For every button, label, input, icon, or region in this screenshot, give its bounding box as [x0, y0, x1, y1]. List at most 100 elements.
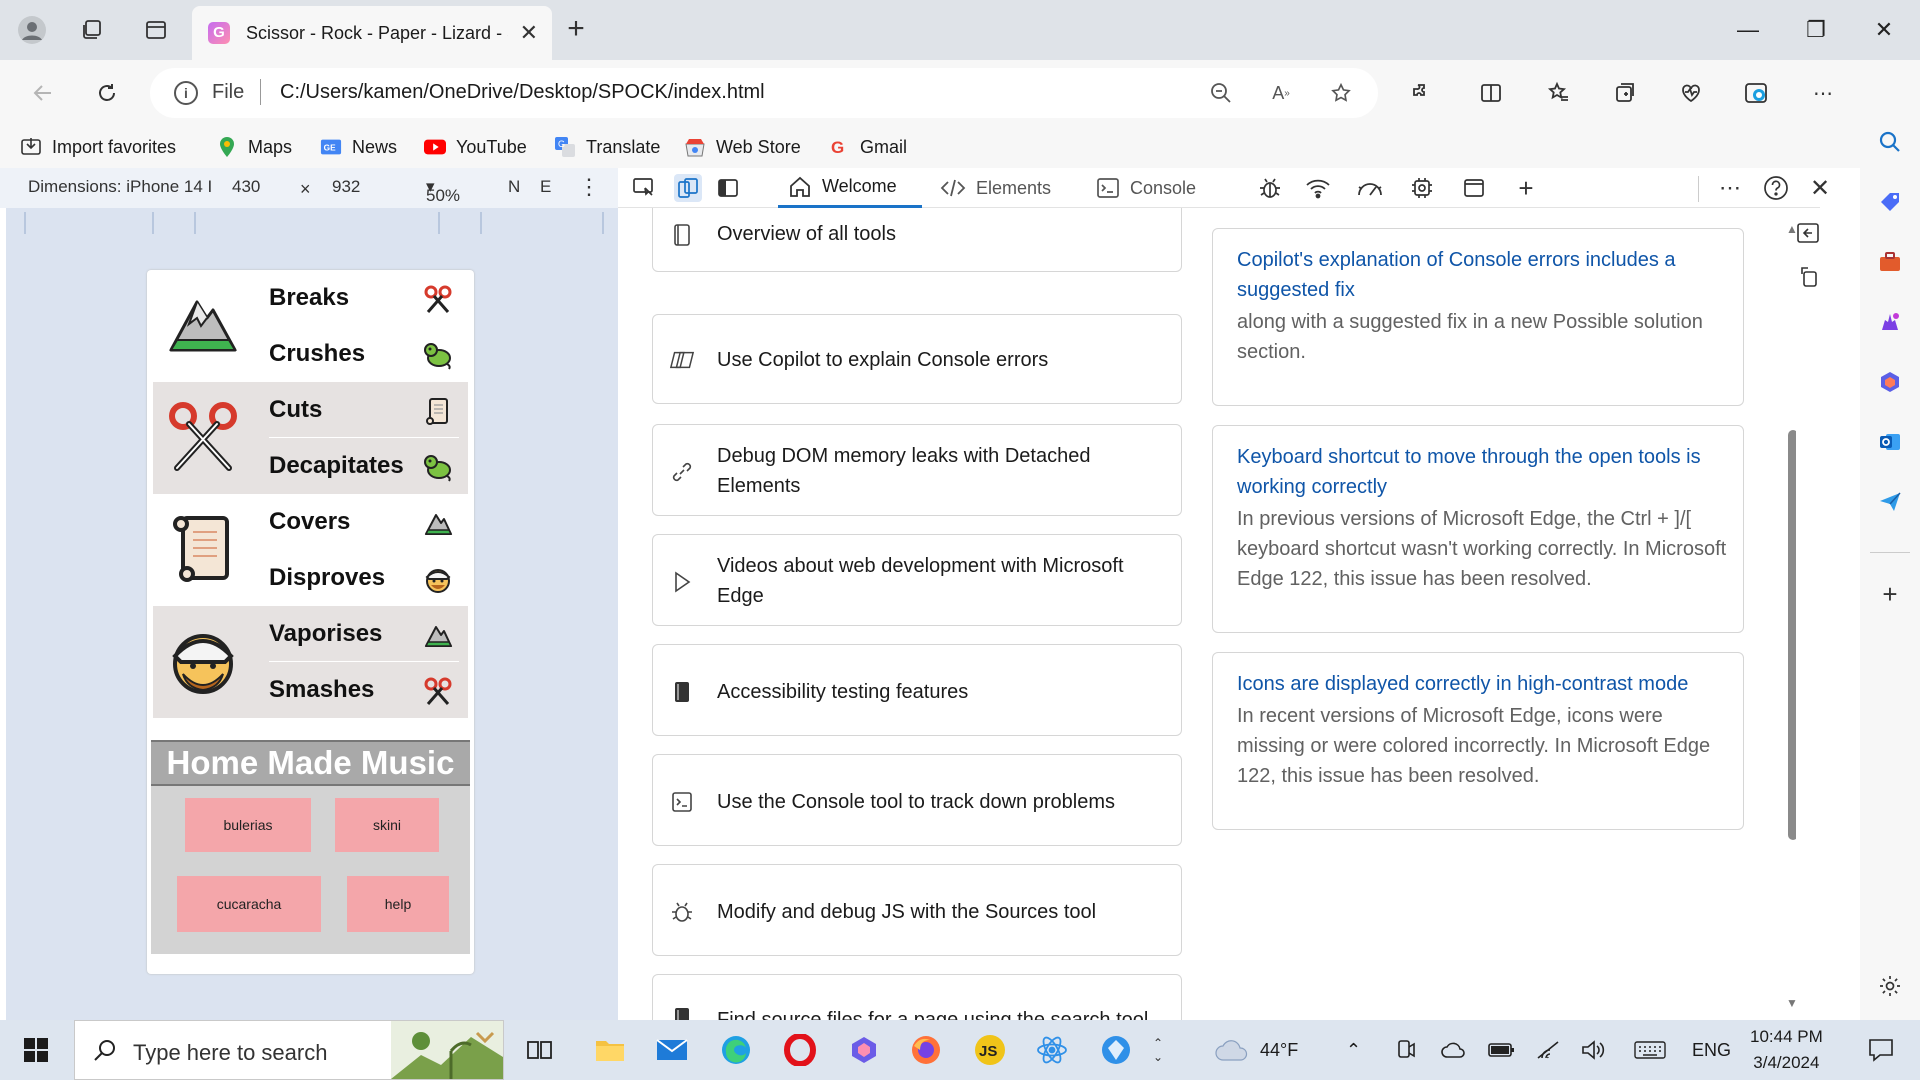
welcome-card[interactable]: Use Copilot to explain Console errors — [652, 314, 1182, 404]
tab-actions-icon[interactable] — [138, 14, 174, 46]
news-title-link[interactable]: Icons are displayed correctly in high-co… — [1237, 669, 1727, 699]
memory-icon[interactable] — [1408, 174, 1436, 202]
favorite-star-icon[interactable] — [1324, 76, 1358, 110]
more-menu-icon[interactable]: ⋯ — [1806, 76, 1840, 110]
collections-icon[interactable] — [1608, 76, 1642, 110]
add-sidebar-icon[interactable]: + — [1876, 579, 1904, 609]
more-tools-icon[interactable]: + — [1512, 173, 1540, 203]
refresh-icon[interactable] — [90, 76, 124, 110]
minimize-button[interactable]: — — [1728, 12, 1768, 48]
clock[interactable]: 10:44 PM 3/4/2024 — [1750, 1020, 1823, 1080]
application-icon[interactable] — [1460, 174, 1488, 202]
favorite-import[interactable]: Import favorites — [20, 134, 176, 160]
onedrive-icon[interactable] — [1440, 1020, 1466, 1080]
zoom-out-icon[interactable] — [1204, 76, 1238, 110]
outlook-icon[interactable] — [1876, 428, 1904, 456]
edge-icon[interactable] — [718, 1032, 754, 1068]
battery-icon[interactable] — [1488, 1020, 1516, 1080]
performance-icon[interactable] — [1356, 174, 1384, 202]
wifi-icon[interactable] — [1536, 1020, 1560, 1080]
weather-widget[interactable]: 44°F — [1214, 1020, 1298, 1080]
tab-console[interactable]: Console — [1096, 168, 1196, 208]
file-explorer-icon[interactable] — [592, 1032, 628, 1068]
favorites-icon[interactable] — [1542, 76, 1576, 110]
welcome-card[interactable]: Find source files for a page using the s… — [652, 974, 1182, 1020]
tab-close-icon[interactable]: ✕ — [520, 20, 538, 46]
extensions-icon[interactable] — [1404, 76, 1438, 110]
send-icon[interactable] — [1876, 488, 1904, 516]
shopping-icon[interactable] — [1876, 188, 1904, 216]
favorite-translate[interactable]: G Translate — [554, 134, 660, 160]
device-emulation-icon[interactable] — [674, 174, 702, 202]
welcome-card[interactable]: Overview of all tools — [652, 208, 1182, 272]
meet-now-icon[interactable] — [1394, 1020, 1416, 1080]
device-options-select[interactable]: E — [540, 177, 551, 197]
welcome-card[interactable]: Modify and debug JS with the Sources too… — [652, 864, 1182, 956]
music-button-help[interactable]: help — [347, 876, 449, 932]
sources-bug-icon[interactable] — [1256, 174, 1284, 202]
browser-tab[interactable]: G Scissor - Rock - Paper - Lizard - S ✕ — [192, 6, 552, 60]
device-more-icon[interactable]: ⋮ — [578, 174, 600, 200]
welcome-card[interactable]: Accessibility testing features — [652, 644, 1182, 736]
mail-icon[interactable] — [654, 1032, 690, 1068]
zoom-select[interactable]: 50% ▾ — [426, 177, 460, 205]
search-icon[interactable] — [1876, 128, 1904, 156]
workspaces-icon[interactable] — [74, 14, 110, 46]
copilot-app-icon[interactable] — [846, 1032, 882, 1068]
tab-welcome[interactable]: Welcome — [778, 168, 922, 208]
taskbar-search[interactable]: Type here to search — [74, 1020, 504, 1080]
microsoft-365-icon[interactable] — [1876, 368, 1904, 396]
react-icon[interactable] — [1034, 1032, 1070, 1068]
close-devtools-icon[interactable]: ✕ — [1806, 174, 1834, 202]
windows-start-icon[interactable] — [18, 1032, 54, 1068]
news-title-link[interactable]: Keyboard shortcut to move through the op… — [1237, 442, 1727, 502]
language-indicator[interactable]: ENG — [1692, 1020, 1731, 1080]
tools-icon[interactable] — [1876, 248, 1904, 276]
favorite-news[interactable]: GE News — [320, 134, 397, 160]
dock-side-icon[interactable] — [714, 174, 742, 202]
help-icon[interactable] — [1762, 174, 1790, 202]
address-bar[interactable]: i File C:/Users/kamen/OneDrive/Desktop/S… — [150, 68, 1378, 118]
browser-essentials-icon[interactable] — [1674, 76, 1708, 110]
new-tab-button[interactable]: + — [560, 14, 592, 44]
taskbar-overflow-icon[interactable]: ⌃ ⌄ — [1146, 1024, 1170, 1076]
site-info-icon[interactable]: i — [174, 81, 198, 105]
device-height-input[interactable]: 932 — [332, 177, 360, 197]
volume-icon[interactable] — [1580, 1020, 1606, 1080]
notifications-icon[interactable] — [1868, 1020, 1894, 1080]
task-view-icon[interactable] — [522, 1032, 558, 1068]
restore-button[interactable]: ❐ — [1796, 12, 1836, 48]
tab-elements[interactable]: Elements — [940, 168, 1051, 208]
dock-toggle-icon[interactable] — [1796, 222, 1820, 244]
welcome-card[interactable]: Use the Console tool to track down probl… — [652, 754, 1182, 846]
close-window-button[interactable]: ✕ — [1864, 12, 1904, 48]
music-button-cucaracha[interactable]: cucaracha — [177, 876, 321, 932]
favorite-maps[interactable]: Maps — [216, 134, 292, 160]
favorite-web-store[interactable]: Web Store — [684, 134, 801, 160]
url-text[interactable]: C:/Users/kamen/OneDrive/Desktop/SPOCK/in… — [280, 81, 765, 104]
favorite-youtube[interactable]: YouTube — [424, 134, 527, 160]
device-dimensions-select[interactable]: Dimensions: iPhone 14 I — [28, 177, 212, 197]
news-title-link[interactable]: Copilot's explanation of Console errors … — [1237, 245, 1727, 305]
js-app-icon[interactable]: JS — [972, 1032, 1008, 1068]
welcome-card[interactable]: Debug DOM memory leaks with Detached Ele… — [652, 424, 1182, 516]
profile-icon[interactable] — [14, 14, 50, 46]
inspect-icon[interactable] — [630, 174, 658, 202]
keyboard-icon[interactable] — [1634, 1020, 1666, 1080]
music-button-skini[interactable]: skini — [335, 798, 439, 852]
favorite-gmail[interactable]: G Gmail — [828, 134, 907, 160]
opera-icon[interactable] — [782, 1032, 818, 1068]
music-button-bulerias[interactable]: bulerias — [185, 798, 311, 852]
rotate-icon[interactable] — [1798, 264, 1820, 288]
customize-icon[interactable]: ⋯ — [1716, 174, 1744, 202]
sidebar-settings-icon[interactable] — [1876, 972, 1904, 1000]
games-icon[interactable] — [1876, 308, 1904, 336]
app-icon[interactable] — [1098, 1032, 1134, 1068]
device-width-input[interactable]: 430 — [232, 177, 260, 197]
tray-chevron-icon[interactable]: ⌃ — [1346, 1020, 1361, 1080]
throttle-select[interactable]: N — [508, 177, 520, 197]
edge-devtools-icon[interactable] — [1740, 76, 1774, 110]
split-screen-icon[interactable] — [1474, 76, 1508, 110]
back-icon[interactable] — [26, 76, 60, 110]
network-icon[interactable] — [1304, 174, 1332, 202]
